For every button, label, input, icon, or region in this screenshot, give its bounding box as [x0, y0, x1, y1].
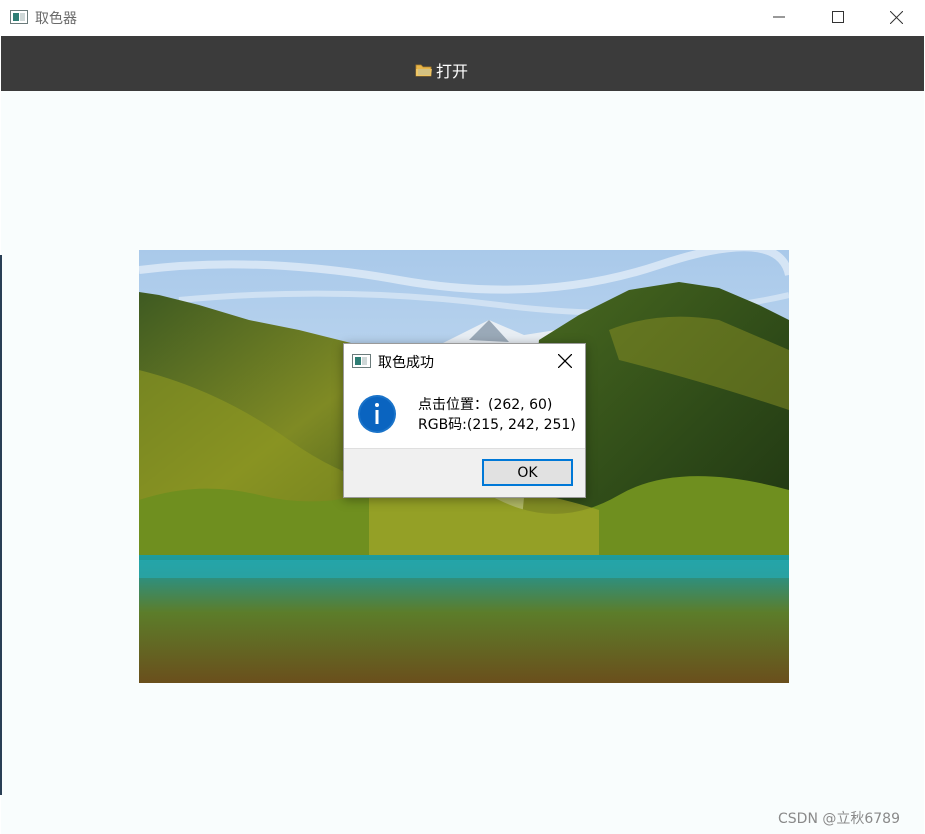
watermark: CSDN @立秋6789	[778, 811, 900, 827]
click-position-text: 点击位置：(262, 60)	[418, 397, 553, 413]
rgb-value-text: RGB码:(215, 242, 251)	[418, 417, 576, 433]
minimize-icon	[773, 16, 785, 18]
window-close-button[interactable]	[867, 0, 925, 34]
color-result-dialog: 取色成功 点击位置：(262, 60) RGB码:(215, 242, 251)…	[343, 343, 586, 498]
window-title: 取色器	[35, 11, 77, 27]
maximize-icon	[832, 11, 844, 23]
dialog-title: 取色成功	[378, 355, 434, 371]
info-icon	[358, 395, 396, 433]
folder-icon	[415, 64, 432, 77]
close-icon	[889, 10, 903, 24]
dialog-button-bar: OK	[344, 448, 585, 497]
close-icon	[558, 354, 572, 368]
dialog-close-button[interactable]	[550, 348, 580, 374]
window-titlebar: 取色器	[0, 0, 925, 36]
ok-button[interactable]: OK	[482, 459, 573, 486]
maximize-button[interactable]	[809, 0, 867, 34]
app-window-icon	[10, 10, 28, 24]
open-button[interactable]: 打开	[415, 60, 469, 81]
open-button-label: 打开	[436, 62, 469, 81]
left-edge	[0, 255, 2, 795]
dialog-app-icon	[352, 354, 371, 368]
minimize-button[interactable]	[750, 0, 808, 34]
